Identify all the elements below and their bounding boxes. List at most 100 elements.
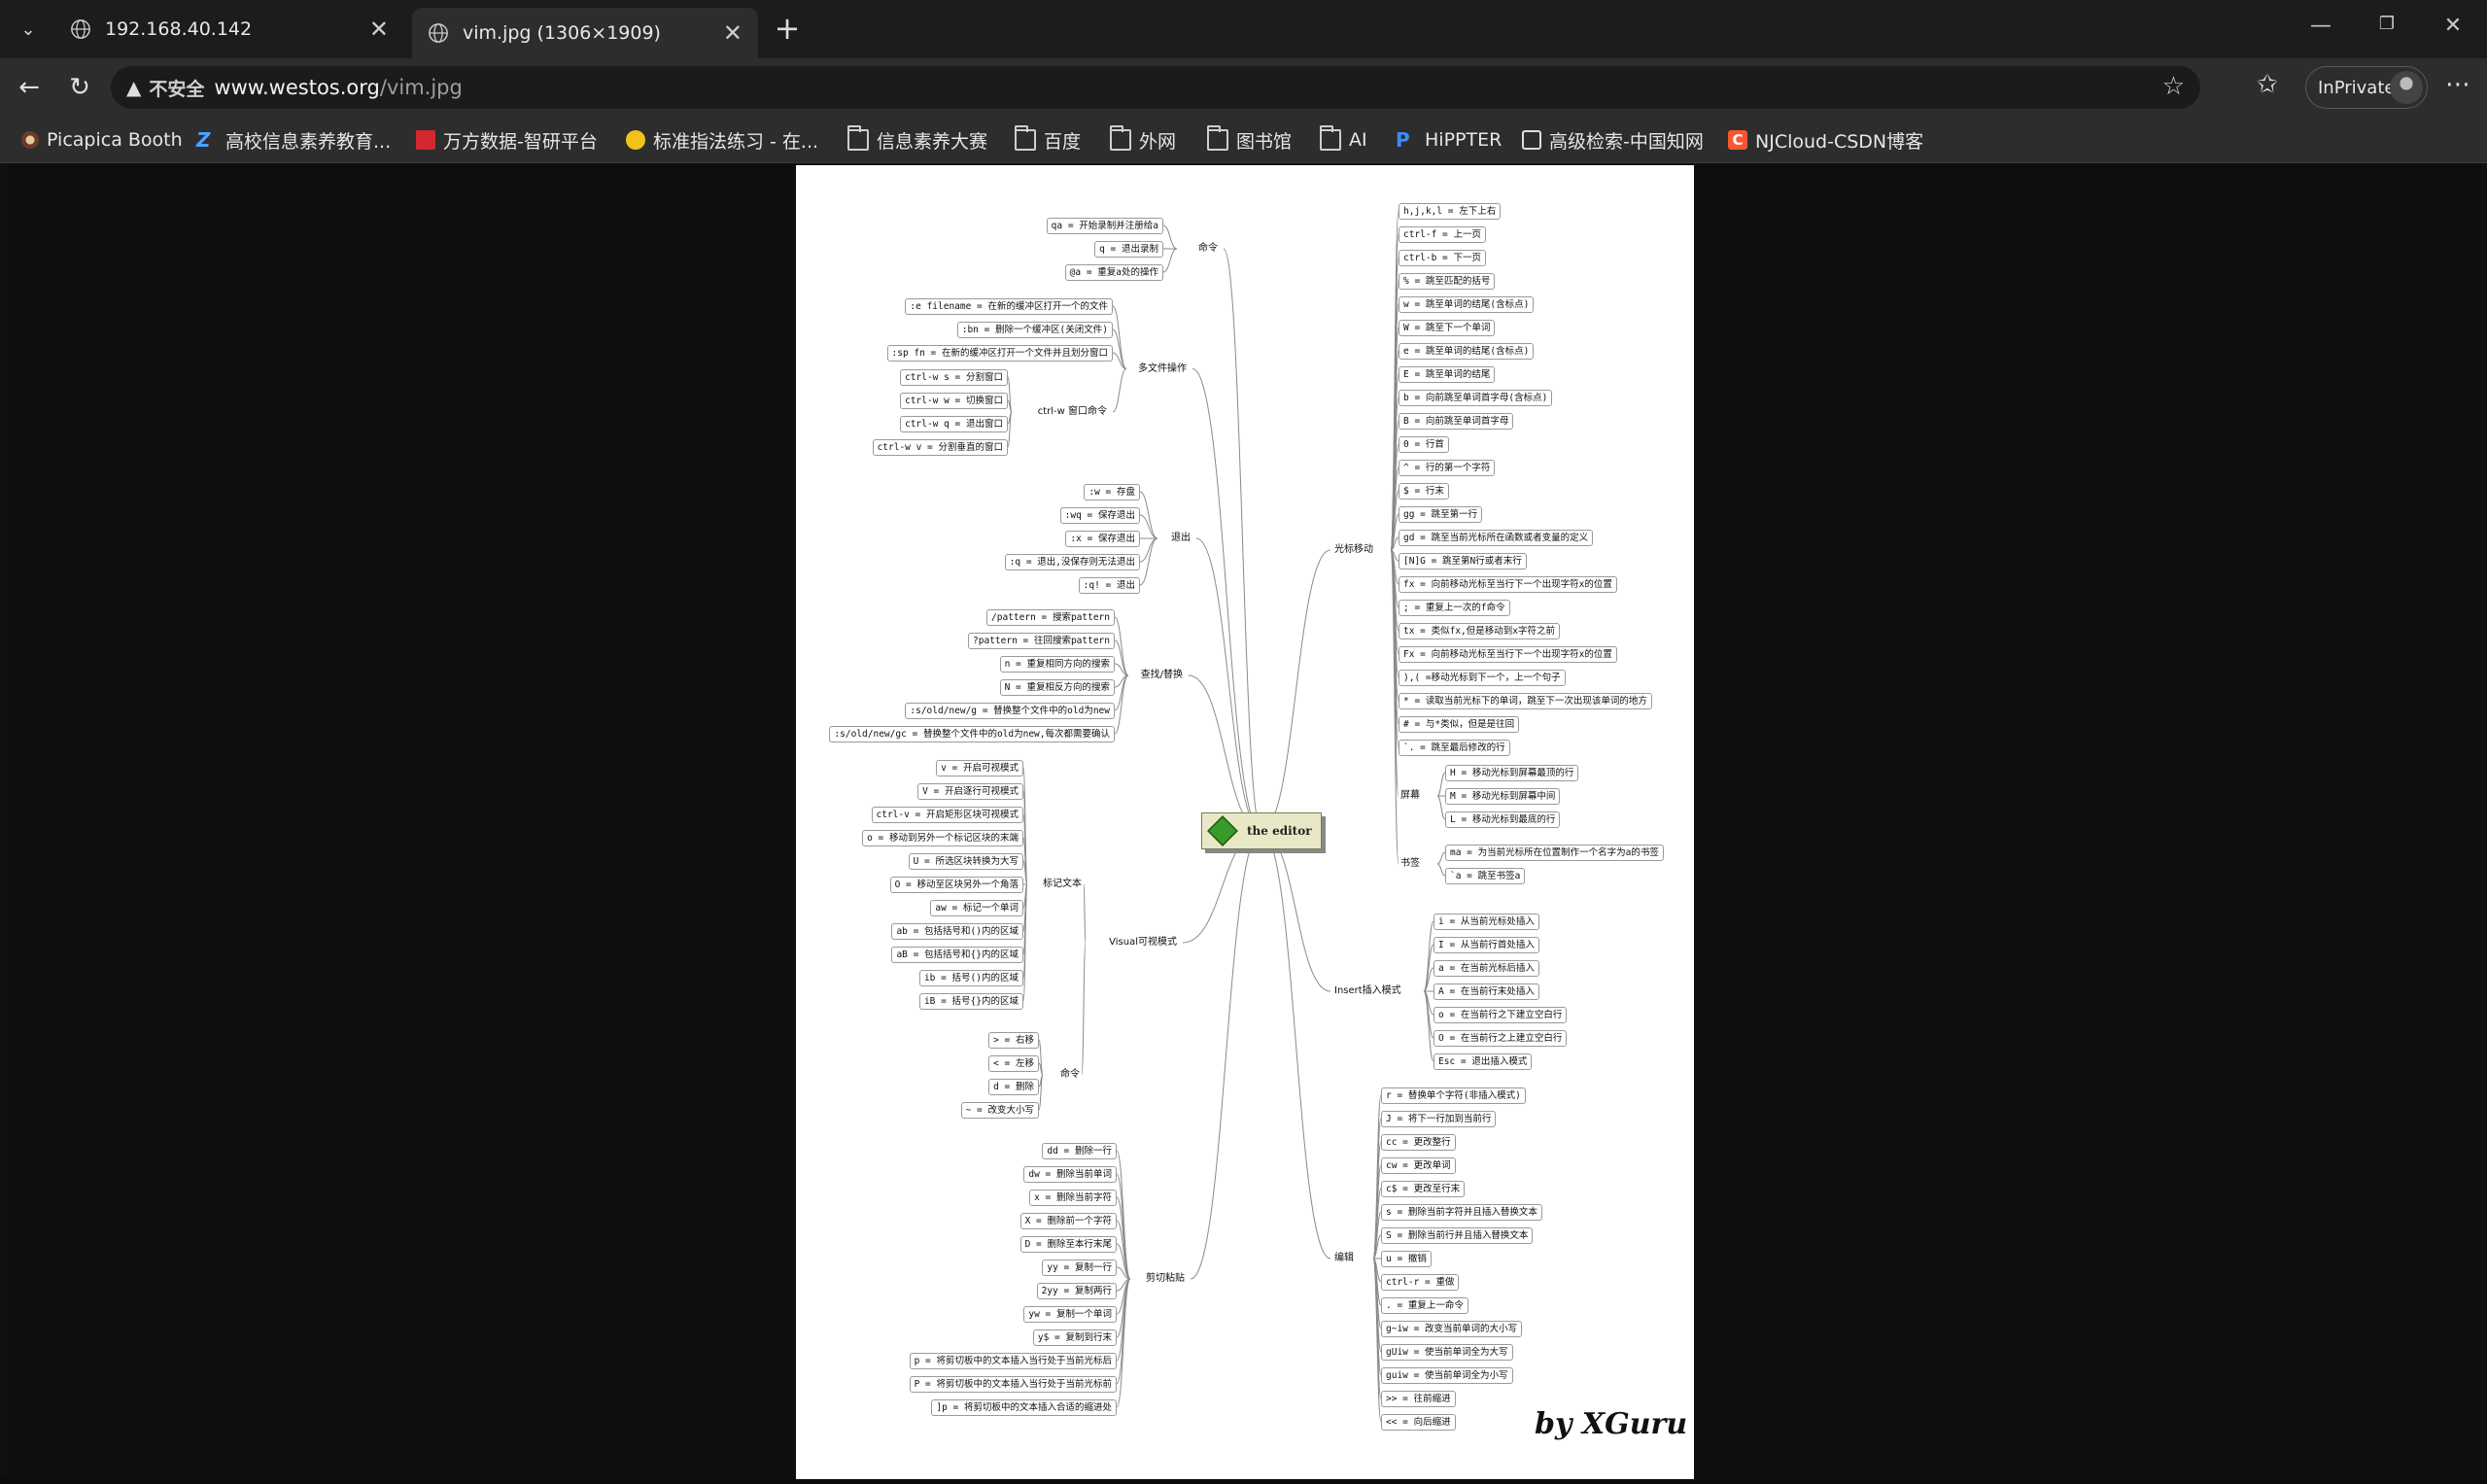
branch-label: 多文件操作 xyxy=(1138,362,1187,374)
url-host[interactable]: www.westos.org xyxy=(214,76,379,99)
mindmap-leaf-node: :wq = 保存退出 xyxy=(1059,507,1140,524)
mindmap-leaf-node: ; = 重复上一次的f命令 xyxy=(1399,600,1510,616)
close-tab-icon[interactable]: ✕ xyxy=(723,19,743,47)
minimize-icon[interactable]: — xyxy=(2301,14,2340,38)
mindmap-leaf-node: E = 跳至单词的结尾 xyxy=(1399,366,1496,383)
url-path[interactable]: /vim.jpg xyxy=(380,76,463,99)
mindmap-leaf-node: X = 删除前一个字符 xyxy=(1019,1213,1117,1229)
connector-line xyxy=(1190,830,1262,1280)
mindmap-leaf-node: ctrl-f = 上一页 xyxy=(1399,226,1486,243)
bookmark-item[interactable]: Picapica Booth xyxy=(21,126,183,154)
warning-triangle-icon[interactable]: ▲ xyxy=(126,76,141,99)
connector-line xyxy=(1112,368,1127,413)
connector-line xyxy=(1081,942,1087,1076)
tab-1[interactable]: 192.168.40.142 ✕ xyxy=(54,8,404,51)
new-tab-plus-icon[interactable]: + xyxy=(770,12,805,47)
more-menu-icon[interactable]: ⋯ xyxy=(2445,70,2470,99)
bookmark-item[interactable]: P HiPPTER xyxy=(1396,126,1502,154)
restore-icon[interactable]: ❐ xyxy=(2367,14,2406,34)
connector-line xyxy=(1261,830,1331,992)
mindmap-leaf-node: ctrl-w w = 切换窗口 xyxy=(900,393,1008,409)
mindmap-leaf-node: n = 重复相同方向的搜索 xyxy=(999,656,1115,673)
mindmap-leaf-node: gd = 跳至当前光标所在函数或者变量的定义 xyxy=(1399,530,1594,546)
sub-branch-label: ctrl-w 窗口命令 xyxy=(1037,406,1107,417)
bottom-edge xyxy=(0,1479,2487,1484)
bookmark-item[interactable]: 百度 xyxy=(1015,125,1081,154)
mindmap-leaf-node: v = 开启可视模式 xyxy=(936,760,1023,777)
vim-logo-icon xyxy=(1207,815,1238,846)
mindmap-leaf-node: i = 从当前光标处插入 xyxy=(1433,914,1539,930)
bookmark-item[interactable]: Z 高校信息素养教育... xyxy=(196,126,391,154)
mindmap-leaf-node: O = 在当前行之上建立空白行 xyxy=(1433,1030,1568,1047)
mindmap-leaf-node: a = 在当前光标后插入 xyxy=(1433,960,1539,977)
mindmap-leaf-node: ma = 为当前光标所在位置制作一个名字为a的书签 xyxy=(1445,845,1664,861)
bookmark-item[interactable]: 标准指法练习 - 在... xyxy=(626,126,818,154)
connector-line xyxy=(1261,830,1331,1260)
connector-line xyxy=(1139,491,1158,539)
mindmap-leaf-node: ?pattern = 往回搜索pattern xyxy=(968,633,1115,649)
insecure-label[interactable]: 不安全 xyxy=(149,75,204,101)
favorite-star-icon[interactable]: ☆ xyxy=(2162,72,2185,101)
bookmark-item[interactable]: 图书馆 xyxy=(1207,125,1292,154)
mindmap-leaf-node: S = 删除当前行并且插入替换文本 xyxy=(1381,1227,1534,1244)
bookmark-item[interactable]: 万方数据-智研平台 xyxy=(416,126,598,154)
mindmap-leaf-node: h,j,k,l = 左下上右 xyxy=(1399,203,1502,220)
mindmap-leaf-node: p = 将剪切板中的文本插入当行处于当前光标后 xyxy=(909,1353,1117,1369)
back-arrow-icon[interactable]: ← xyxy=(12,70,47,105)
p-logo-icon: P xyxy=(1396,128,1410,152)
connector-line xyxy=(1436,772,1446,797)
mindmap-leaf-node: > = 右移 xyxy=(988,1032,1039,1049)
mindmap-leaf-node: . = 重复上一命令 xyxy=(1381,1297,1468,1314)
mindmap-leaf-node: yy = 复制一行 xyxy=(1042,1260,1117,1276)
mindmap-leaf-node: ib = 括号()内的区域 xyxy=(918,970,1023,986)
mindmap-leaf-node: W = 跳至下一个单词 xyxy=(1399,320,1496,336)
inprivate-profile-button[interactable]: InPrivate xyxy=(2305,66,2428,109)
bookmark-item[interactable]: 外网 xyxy=(1110,125,1176,154)
mindmap-leaf-node: o = 移动到另外一个标记区块的末端 xyxy=(862,830,1023,846)
folder-icon xyxy=(1015,125,1036,151)
tab-2[interactable]: vim.jpg (1306×1909) ✕ xyxy=(412,8,758,58)
mindmap-leaf-node: w = 跳至单词的结尾(含标点) xyxy=(1399,296,1535,313)
folder-icon xyxy=(1207,125,1228,151)
mindmap-leaf-node: s = 删除当前字符并且插入替换文本 xyxy=(1381,1204,1542,1221)
mindmap-leaf-node: N = 重复相反方向的搜索 xyxy=(999,679,1115,696)
signature: by XGuru xyxy=(1535,1407,1688,1441)
close-tab-icon[interactable]: ✕ xyxy=(369,16,389,43)
mindmap-leaf-node: ctrl-w v = 分割垂直的窗口 xyxy=(872,439,1008,456)
mindmap-leaf-node: dw = 删除当前单词 xyxy=(1023,1166,1117,1183)
tab-actions-chevron-icon[interactable]: ⌄ xyxy=(14,16,43,45)
center-label: the editor xyxy=(1247,824,1312,838)
mindmap-leaf-node: >> = 往前缩进 xyxy=(1381,1391,1456,1407)
mindmap-leaf-node: Esc = 退出插入模式 xyxy=(1433,1053,1533,1070)
address-bar[interactable]: ▲ 不安全 www.westos.org/vim.jpg ☆ xyxy=(111,66,2200,109)
bookmark-item[interactable]: AI xyxy=(1320,125,1367,154)
mindmap-leaf-node: A = 在当前行末处插入 xyxy=(1433,984,1539,1000)
mindmap-leaf-node: :bn = 删除一个缓冲区(关闭文件) xyxy=(956,322,1113,338)
mindmap-leaf-node: :sp fn = 在新的缓冲区打开一个文件并且划分窗口 xyxy=(886,345,1113,362)
bookmark-item[interactable]: 高级检索-中国知网 xyxy=(1522,126,1704,154)
mindmap-leaf-node: ctrl-w s = 分割窗口 xyxy=(900,369,1008,386)
mindmap-leaf-node: % = 跳至匹配的括号 xyxy=(1399,273,1496,290)
mindmap-leaf-node: aw = 标记一个单词 xyxy=(930,900,1023,916)
sub-branch-label: 命令 xyxy=(1060,1069,1080,1080)
mindmap-leaf-node: tx = 类似fx,但是移动到x字符之前 xyxy=(1399,623,1560,639)
connector-line xyxy=(1139,514,1158,539)
mindmap-leaf-node: O = 移动至区块另外一个角落 xyxy=(889,877,1023,893)
window-close-icon[interactable]: ✕ xyxy=(2434,14,2472,38)
connector-line xyxy=(1139,537,1158,586)
connector-line xyxy=(1162,248,1178,273)
photo-booth-icon xyxy=(21,131,39,149)
bookmark-item[interactable]: C NJCloud-CSDN博客 xyxy=(1728,126,1923,154)
mindmap-leaf-node: ]p = 将剪切板中的文本插入合适的缩进处 xyxy=(931,1399,1117,1416)
vim-mindmap-image[interactable]: qa = 开始录制并注册给a q = 退出录制 @a = 重复a处的操作 命令:e f… xyxy=(796,165,1694,1479)
bookmark-item[interactable]: 信息素养大赛 xyxy=(847,125,987,154)
navigation-toolbar: ← ↻ ▲ 不安全 www.westos.org/vim.jpg ☆ ✩ InP… xyxy=(0,58,2487,117)
wanfang-logo-icon xyxy=(416,130,435,150)
refresh-icon[interactable]: ↻ xyxy=(62,70,97,105)
favorites-list-icon[interactable]: ✩ xyxy=(2257,70,2278,99)
mindmap-leaf-node: :q! = 退出 xyxy=(1078,577,1140,594)
connector-line xyxy=(1083,883,1087,944)
mindmap-leaf-node: :x = 保存退出 xyxy=(1065,531,1140,547)
branch-label: 命令 xyxy=(1198,243,1218,254)
connector-line xyxy=(1436,863,1446,877)
